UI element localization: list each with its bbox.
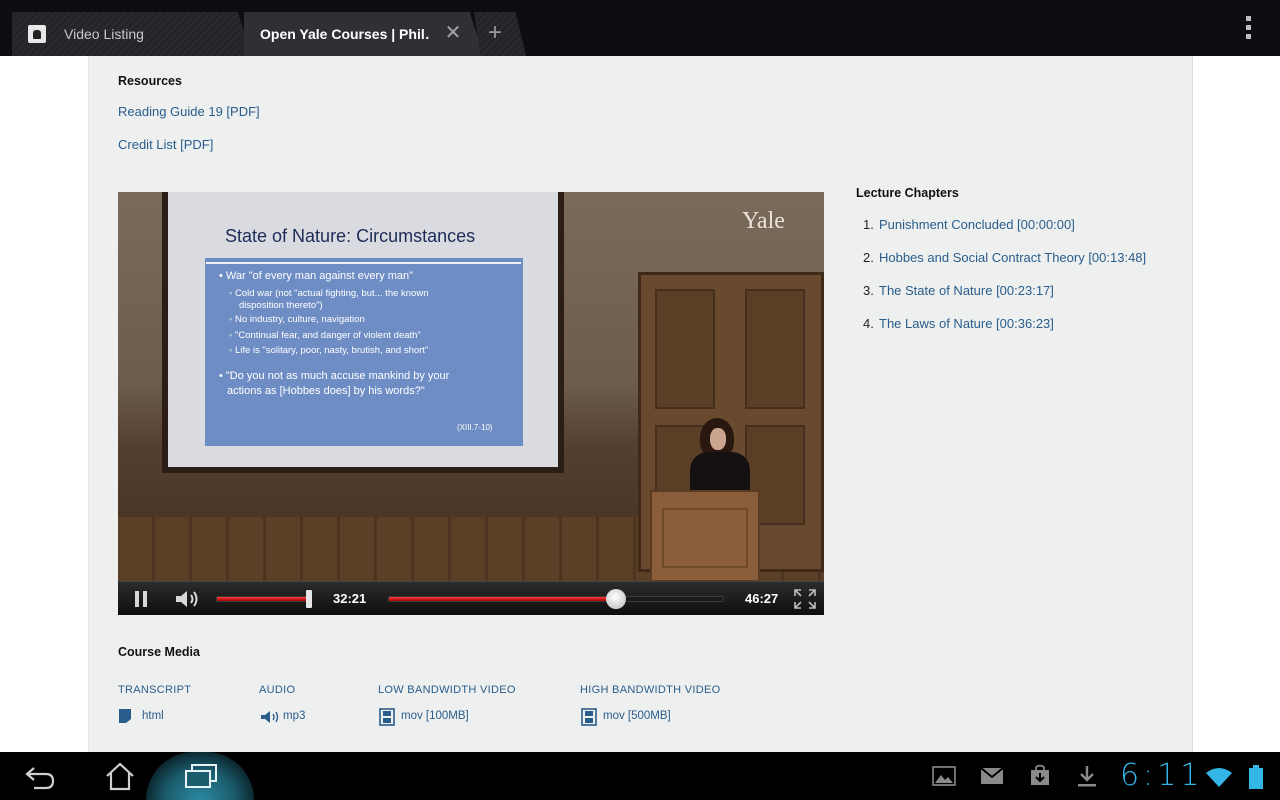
film-icon [581, 708, 597, 726]
video-controls: 32:21 46:27 [118, 581, 824, 615]
film-icon [379, 708, 395, 726]
volume-knob[interactable] [306, 590, 313, 608]
pause-icon[interactable] [134, 591, 148, 607]
close-tab-icon[interactable]: ✕ [444, 21, 462, 45]
chapters-heading: Lecture Chapters [856, 186, 959, 200]
tab-label: Video Listing [64, 26, 144, 42]
recent-apps-icon[interactable] [184, 763, 218, 789]
home-icon[interactable] [104, 761, 136, 791]
tab-label: Open Yale Courses | Phil… [260, 26, 430, 42]
podium [650, 490, 760, 582]
audio-mp3-link[interactable]: mp3 [283, 710, 305, 722]
duration: 46:27 [745, 591, 779, 606]
back-icon[interactable] [24, 764, 56, 790]
browser-tab-bar: Video Listing Open Yale Courses | Phil… … [0, 0, 1280, 56]
projection-screen: State of Nature: Circumstances • War "of… [168, 192, 558, 467]
video-player[interactable]: State of Nature: Circumstances • War "of… [118, 192, 824, 615]
transcript-header: TRANSCRIPT [118, 684, 192, 696]
plus-icon: + [488, 19, 503, 46]
slide-body: • War "of every man against every man" ◦… [205, 258, 523, 446]
gallery-icon[interactable] [932, 766, 956, 786]
chapter-link[interactable]: The State of Nature [00:23:17] [879, 283, 1054, 298]
tab-video-listing[interactable]: Video Listing [12, 12, 252, 56]
favicon-icon [28, 25, 46, 43]
transcript-html-link[interactable]: html [142, 710, 164, 722]
yale-watermark: Yale [742, 208, 785, 234]
current-time: 32:21 [333, 591, 367, 606]
course-media-heading: Course Media [118, 645, 200, 659]
slide-title: State of Nature: Circumstances [225, 226, 476, 246]
volume-icon[interactable] [174, 588, 204, 610]
battery-icon [1249, 765, 1263, 789]
overflow-menu-icon[interactable] [1240, 16, 1256, 42]
reading-guide-link[interactable]: Reading Guide 19 [PDF] [118, 104, 260, 119]
seek-knob[interactable] [606, 589, 627, 609]
web-page: Resources Reading Guide 19 [PDF] Credit … [0, 56, 1280, 752]
new-tab-button[interactable]: + [474, 12, 526, 56]
gmail-icon[interactable] [980, 767, 1004, 785]
chapter-link[interactable]: Punishment Concluded [00:00:00] [879, 217, 1075, 232]
speaker-icon [261, 711, 279, 723]
chapter-link[interactable]: Hobbes and Social Contract Theory [00:13… [879, 250, 1146, 265]
download-icon[interactable] [1076, 764, 1098, 788]
resources-heading: Resources [118, 74, 182, 88]
audio-header: AUDIO [259, 684, 296, 696]
volume-slider[interactable] [216, 596, 312, 602]
high-bandwidth-link[interactable]: mov [500MB] [603, 710, 671, 722]
system-navigation-bar: 6:11 [0, 752, 1280, 800]
store-download-icon[interactable] [1028, 764, 1052, 786]
chapter-link[interactable]: The Laws of Nature [00:36:23] [879, 316, 1054, 331]
tab-open-yale-courses[interactable]: Open Yale Courses | Phil… ✕ [244, 12, 484, 56]
status-clock: 6:11 [1120, 758, 1204, 793]
document-icon [119, 709, 131, 723]
low-bandwidth-link[interactable]: mov [100MB] [401, 710, 469, 722]
high-bandwidth-header: HIGH BANDWIDTH VIDEO [580, 684, 721, 696]
fullscreen-icon[interactable] [794, 589, 816, 609]
seek-bar[interactable] [388, 596, 724, 602]
low-bandwidth-header: LOW BANDWIDTH VIDEO [378, 684, 516, 696]
wifi-icon [1206, 768, 1232, 787]
page-content: Resources Reading Guide 19 [PDF] Credit … [88, 56, 1193, 752]
credit-list-link[interactable]: Credit List [PDF] [118, 137, 213, 152]
